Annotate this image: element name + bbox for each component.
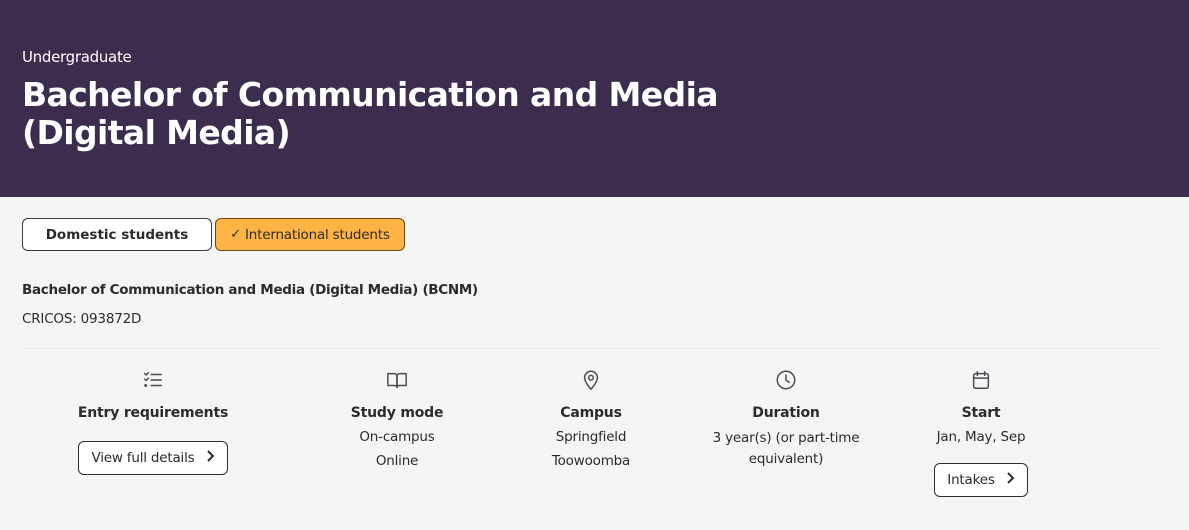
study-level: Undergraduate [22, 48, 132, 66]
study-mode-value: On-campus [359, 429, 435, 445]
campus-heading: Campus [560, 405, 622, 421]
check-icon: ✓ [230, 227, 241, 242]
duration-value: 3 year(s) (or part-time [712, 430, 860, 446]
tab-domestic-students[interactable]: Domestic students [22, 218, 212, 251]
button-label: View full details [91, 450, 195, 466]
start-section: Start Jan, May, Sep Intakes [881, 368, 1081, 497]
view-full-details-button[interactable]: View full details [78, 441, 228, 475]
book-icon [385, 368, 409, 392]
intakes-button[interactable]: Intakes [934, 463, 1028, 497]
start-value: Jan, May, Sep [936, 429, 1026, 445]
chevron-right-icon [1005, 472, 1015, 488]
checklist-icon [141, 368, 165, 392]
study-mode-value: Online [375, 453, 419, 469]
button-label: Intakes [947, 472, 995, 488]
campus-section: Campus Springfield Toowoomba [491, 368, 691, 473]
study-mode-section: Study mode On-campus Online [297, 368, 497, 473]
tab-label: International students [245, 226, 390, 243]
tab-label: Domestic students [45, 226, 189, 243]
duration-section: Duration 3 year(s) (or part-time equival… [686, 368, 886, 470]
entry-requirements-heading: Entry requirements [77, 405, 229, 421]
page-title: Bachelor of Communication and Media (Dig… [22, 75, 719, 152]
tab-international-students[interactable]: ✓ International students [215, 218, 405, 251]
chevron-right-icon [205, 450, 215, 466]
duration-heading: Duration [752, 405, 820, 421]
study-mode-heading: Study mode [350, 405, 444, 421]
clock-icon [774, 368, 798, 392]
campus-value: Springfield [555, 429, 627, 445]
program-name: Bachelor of Communication and Media (Dig… [22, 282, 478, 298]
calendar-icon [969, 368, 993, 392]
start-heading: Start [961, 405, 1001, 421]
divider [22, 348, 1160, 349]
cricos-code: CRICOS: 093872D [22, 311, 142, 327]
student-type-tabs: Domestic students ✓ International studen… [22, 218, 405, 251]
duration-value: equivalent) [748, 451, 824, 467]
hero-banner: Undergraduate Bachelor of Communication … [0, 0, 1189, 197]
campus-value: Toowoomba [551, 453, 631, 469]
map-pin-icon [579, 368, 603, 392]
entry-requirements-section: Entry requirements View full details [53, 368, 253, 475]
